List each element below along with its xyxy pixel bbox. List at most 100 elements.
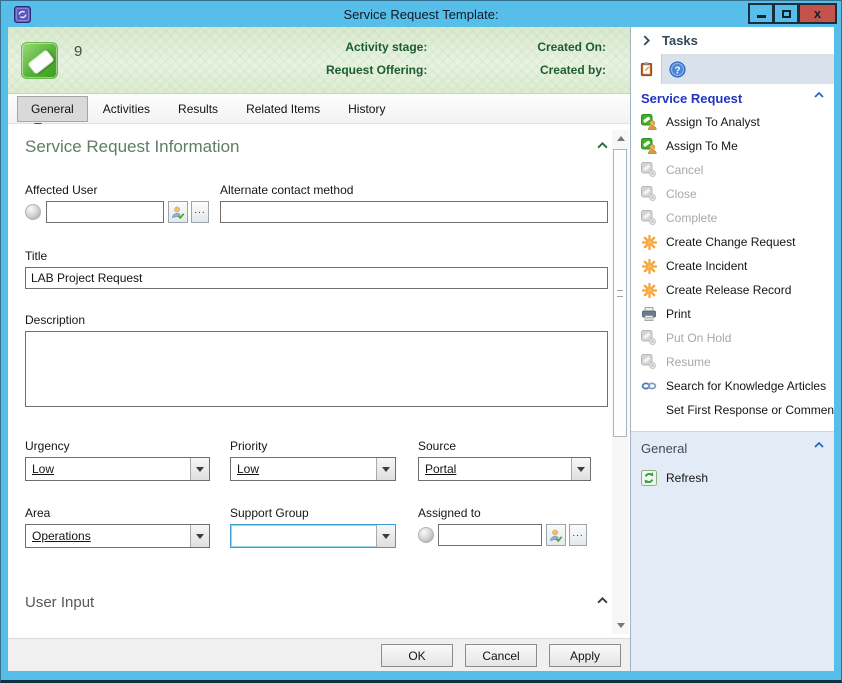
scrollbar-down-button[interactable] [612,617,629,634]
area-dropdown[interactable]: Operations [25,524,210,548]
minimize-button[interactable] [748,3,773,24]
assigned-to-input[interactable] [438,524,542,546]
task-complete: Complete [631,206,834,230]
tab-bar: GeneralActivitiesResultsRelated ItemsHis… [8,94,630,124]
area-dropdown-arrow[interactable] [190,525,209,547]
service-request-section-header: Service Request [631,84,834,110]
clipboard-icon [639,62,654,77]
affected-user-presence-icon [25,204,41,220]
task-create-release-record[interactable]: Create Release Record [631,278,834,302]
ok-button[interactable]: OK [381,644,453,667]
task-print[interactable]: Print [631,302,834,326]
task-create-incident[interactable]: Create Incident [631,254,834,278]
support-group-label: Support Group [230,506,396,520]
user-input-collapse-button[interactable] [597,597,608,604]
support-group-dropdown[interactable] [230,524,396,548]
service-request-collapse-button[interactable] [814,92,824,98]
task-search-for-knowledge-articles[interactable]: Search for Knowledge Articles [631,374,834,398]
help-button[interactable]: ? [662,54,693,84]
task-label: Assign To Me [666,139,738,153]
general-section-header: General [631,432,834,462]
task-label: Create Incident [666,259,747,273]
service-request-icon [21,42,58,79]
section-collapse-button[interactable] [597,142,608,149]
service-request-template-window: Service Request Template: x 9 Activity s… [0,0,842,683]
tasks-tab-button[interactable] [631,54,662,84]
priority-dropdown[interactable]: Low [230,457,396,481]
task-assign-to-analyst[interactable]: Assign To Analyst [631,110,834,134]
affected-user-picker-button[interactable] [168,201,188,223]
assigned-to-presence-icon [418,527,434,543]
tab-general[interactable]: General [17,96,88,122]
source-dropdown-arrow[interactable] [571,458,590,480]
tab-related-items[interactable]: Related Items [233,97,333,121]
activity-stage-label: Activity stage: [82,40,427,54]
task-label: Refresh [666,471,708,485]
title-label: Title [25,249,608,263]
chevron-down-icon [577,467,585,472]
person-check-icon [549,528,564,543]
triangle-up-icon [617,136,625,141]
urgency-label: Urgency [25,439,210,453]
description-textarea[interactable] [25,331,608,407]
tasks-pane: Tasks ? [630,27,834,671]
support-group-dropdown-arrow[interactable] [376,525,395,547]
urgency-value: Low [26,458,190,480]
general-collapse-button[interactable] [814,442,824,448]
task-label: Create Change Request [666,235,795,249]
task-assign-to-me[interactable]: Assign To Me [631,134,834,158]
priority-label: Priority [230,439,396,453]
scrollbar-thumb[interactable] [613,149,627,437]
description-label: Description [25,313,608,327]
task-icon [641,354,657,370]
scrollbar-up-button[interactable] [612,130,629,147]
affected-user-browse-button[interactable]: ... [191,201,209,223]
task-icon [641,402,657,418]
task-create-change-request[interactable]: Create Change Request [631,230,834,254]
alternate-contact-label: Alternate contact method [220,183,608,197]
apply-button[interactable]: Apply [549,644,621,667]
task-label: Resume [666,355,711,369]
tab-history[interactable]: History [335,97,398,121]
priority-value: Low [231,458,376,480]
assigned-to-browse-button[interactable]: ... [569,524,587,546]
close-button[interactable]: x [798,3,837,24]
task-set-first-response-or-comment[interactable]: Set First Response or Comment [631,398,834,422]
task-icon [641,306,657,322]
form-pane: 9 Activity stage: Created On: Request Of… [8,27,630,671]
svg-text:?: ? [674,65,680,76]
task-label: Cancel [666,163,703,177]
content-scrollbar[interactable] [612,130,629,634]
task-label: Print [666,307,691,321]
cancel-button[interactable]: Cancel [465,644,537,667]
task-cancel: Cancel [631,158,834,182]
urgency-dropdown[interactable]: Low [25,457,210,481]
source-dropdown[interactable]: Portal [418,457,591,481]
assigned-to-picker-button[interactable] [546,524,566,546]
task-label: Complete [666,211,717,225]
alternate-contact-input[interactable] [220,201,608,223]
source-label: Source [418,439,591,453]
task-put-on-hold: Put On Hold [631,326,834,350]
task-label: Put On Hold [666,331,731,345]
tab-activities[interactable]: Activities [90,97,163,121]
title-input[interactable] [25,267,608,289]
urgency-dropdown-arrow[interactable] [190,458,209,480]
task-icon [641,234,657,250]
maximize-button[interactable] [773,3,798,24]
created-by-label: Created by: [427,63,630,77]
affected-user-input[interactable] [46,201,164,223]
footer-button-bar: OK Cancel Apply [8,638,630,671]
person-check-icon [171,205,186,220]
task-icon [641,470,657,486]
chevron-down-icon [382,534,390,539]
section-heading-service-request-information: Service Request Information [25,137,608,157]
task-icon [641,282,657,298]
chevron-down-icon [382,467,390,472]
priority-dropdown-arrow[interactable] [376,458,395,480]
tasks-expander[interactable] [643,35,650,46]
task-icon [641,378,657,394]
task-refresh[interactable]: Refresh [631,466,834,490]
tab-results[interactable]: Results [165,97,231,121]
titlebar: Service Request Template: x [1,1,841,27]
